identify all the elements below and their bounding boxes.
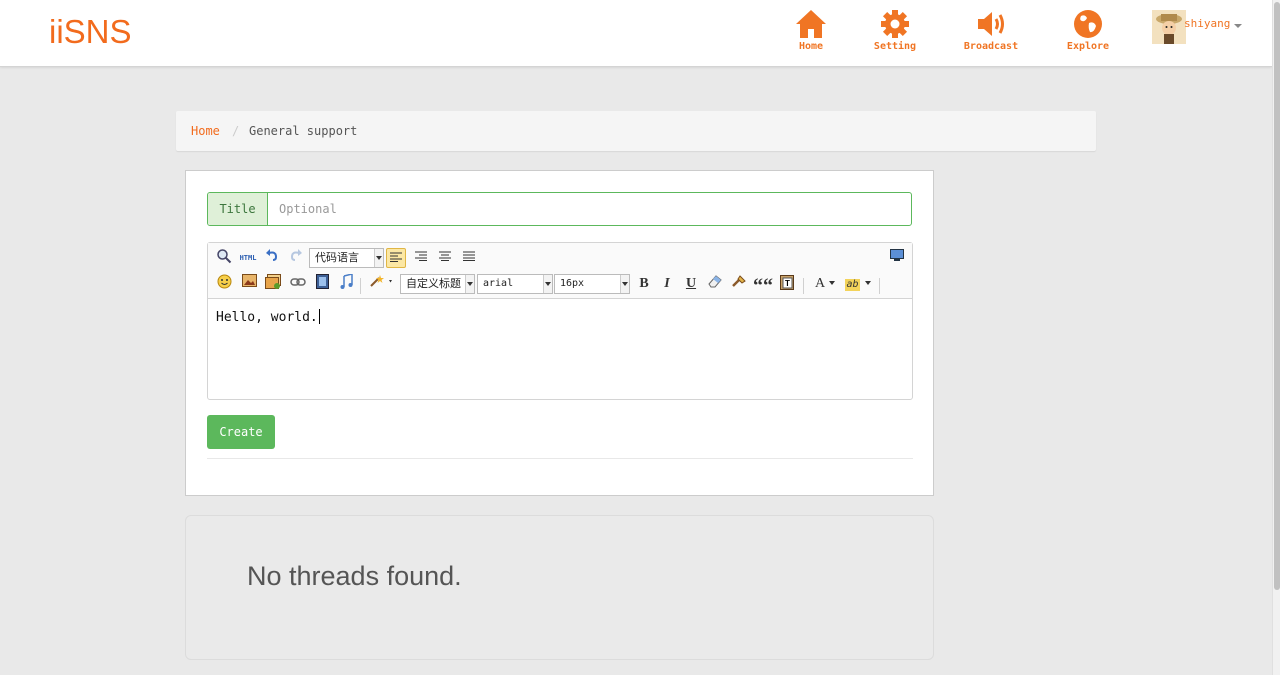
brand-logo[interactable]: iiSNS	[49, 13, 132, 51]
custom-heading-value: 自定义标题	[406, 277, 461, 290]
breadcrumb-separator: /	[232, 124, 240, 138]
blockquote-icon[interactable]: ““	[753, 274, 773, 297]
title-input-group: Title	[207, 192, 912, 226]
nav-broadcast-label: Broadcast	[963, 41, 1019, 52]
speaker-icon	[978, 12, 1004, 36]
empty-message: No threads found.	[247, 561, 462, 591]
avatar[interactable]	[1152, 10, 1186, 44]
editor-text: Hello, world.	[216, 310, 318, 325]
align-center-icon[interactable]	[435, 248, 455, 268]
nav-explore[interactable]: Explore	[1048, 8, 1128, 52]
toolbar-divider	[879, 278, 880, 294]
redo-icon[interactable]	[286, 248, 306, 268]
scrollbar-thumb[interactable]	[1274, 2, 1280, 590]
editor-toolbar: HTML 代码语言 自定义标题 arial 16px B I U ““ T A …	[208, 243, 912, 299]
page-scrollbar[interactable]	[1272, 0, 1280, 675]
fullscreen-icon[interactable]	[887, 248, 907, 268]
toolbar-divider	[803, 278, 804, 294]
eraser-icon[interactable]	[705, 274, 725, 294]
font-size-select[interactable]: 16px	[554, 274, 630, 294]
font-family-value: arial	[483, 278, 514, 289]
create-button[interactable]: Create	[207, 415, 275, 449]
chevron-down-icon	[864, 281, 871, 285]
preview-icon[interactable]	[214, 248, 234, 268]
top-navbar: iiSNS Home Setting Broadcast Explore shi…	[0, 0, 1272, 67]
italic-button[interactable]: I	[657, 274, 677, 294]
avatar-image	[1152, 10, 1186, 44]
form-divider	[207, 458, 913, 459]
chevron-down-icon	[374, 249, 383, 267]
home-icon	[796, 10, 826, 38]
magic-wand-icon[interactable]	[368, 274, 396, 294]
nav-setting-label: Setting	[873, 41, 917, 52]
nav-setting[interactable]: Setting	[855, 8, 935, 52]
panel-divider	[185, 495, 934, 496]
code-language-select[interactable]: 代码语言	[309, 248, 384, 268]
image-icon[interactable]	[239, 274, 259, 294]
user-name[interactable]: shiyang	[1184, 17, 1230, 30]
undo-icon[interactable]	[262, 248, 282, 268]
underline-button[interactable]: U	[681, 274, 701, 294]
align-left-icon[interactable]	[386, 248, 406, 268]
format-brush-icon[interactable]	[729, 274, 749, 294]
chevron-down-icon	[829, 281, 836, 285]
title-input[interactable]	[269, 193, 909, 225]
html-source-icon[interactable]: HTML	[237, 248, 259, 268]
title-addon-label: Title	[208, 193, 268, 225]
nav-home[interactable]: Home	[771, 8, 851, 52]
user-dropdown-caret-icon[interactable]	[1234, 24, 1242, 28]
music-icon[interactable]	[336, 273, 356, 294]
nav-broadcast[interactable]: Broadcast	[951, 8, 1031, 52]
link-icon[interactable]	[288, 274, 308, 294]
chevron-down-icon	[465, 275, 474, 293]
chevron-down-icon	[620, 275, 629, 293]
align-right-icon[interactable]	[411, 248, 431, 268]
chevron-down-icon	[543, 275, 552, 293]
globe-icon	[1074, 10, 1102, 38]
editor-content-area[interactable]: Hello, world.	[216, 309, 320, 325]
font-color-button[interactable]: A	[811, 274, 839, 294]
text-cursor	[318, 309, 320, 324]
align-justify-icon[interactable]	[459, 248, 479, 268]
breadcrumb-home-link[interactable]: Home	[191, 124, 220, 138]
highlight-color-icon[interactable]: ab	[842, 274, 874, 294]
multi-image-icon[interactable]	[263, 274, 283, 294]
nav-explore-label: Explore	[1066, 41, 1110, 52]
rich-text-editor: HTML 代码语言 自定义标题 arial 16px B I U ““ T A …	[207, 242, 913, 400]
font-size-value: 16px	[560, 278, 585, 289]
highlight-color-label: ab	[845, 279, 860, 291]
gear-icon	[881, 10, 909, 38]
svg-text:T: T	[785, 279, 790, 288]
breadcrumb: Home / General support	[176, 111, 1096, 151]
nav-home-label: Home	[798, 41, 824, 52]
new-thread-panel: Title HTML 代码语言	[185, 170, 934, 496]
font-color-label: A	[814, 276, 826, 291]
paste-text-icon[interactable]: T	[777, 274, 797, 294]
custom-heading-select[interactable]: 自定义标题	[400, 274, 475, 294]
emoticon-icon[interactable]	[214, 274, 234, 294]
breadcrumb-current: General support	[249, 124, 358, 138]
toolbar-divider	[360, 278, 361, 294]
code-language-value: 代码语言	[315, 251, 359, 264]
font-family-select[interactable]: arial	[477, 274, 553, 294]
video-icon[interactable]	[312, 274, 332, 294]
threads-empty-state: No threads found.	[185, 515, 934, 660]
bold-button[interactable]: B	[634, 274, 654, 294]
